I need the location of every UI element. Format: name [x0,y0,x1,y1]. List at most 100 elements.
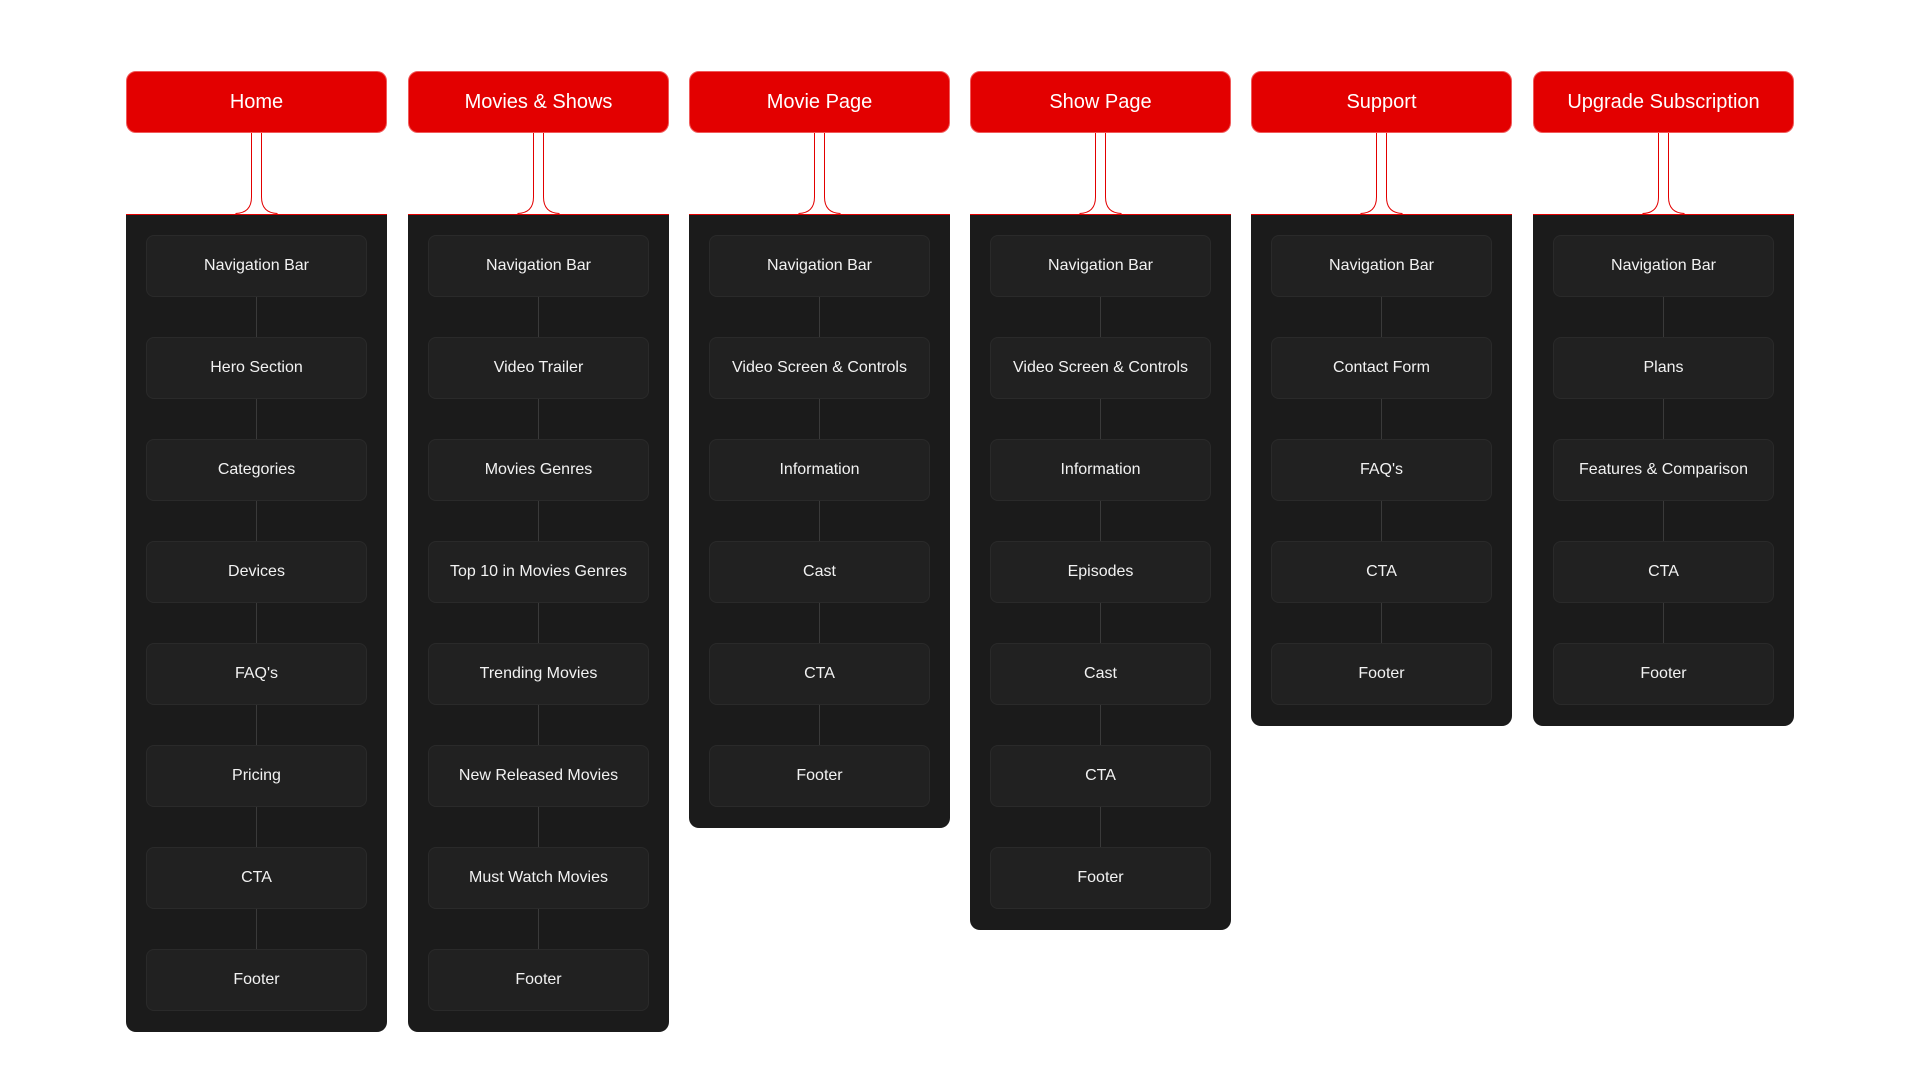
sections-panel: Navigation Bar Video Trailer Movies Genres… [408,214,669,1032]
section-link-line [256,399,257,439]
section-link-line [1100,297,1101,337]
connector [798,133,841,214]
section-card: Hero Section [146,337,367,399]
section-card: FAQ's [146,643,367,705]
section-card: Categories [146,439,367,501]
section-card: Top 10 in Movies Genres [428,541,649,603]
page-header: Home [126,71,387,133]
page-column: Movie Page Navigation Bar Video Screen & C… [689,71,950,828]
page-column: Upgrade Subscription Navigation Bar Plans F… [1533,71,1794,726]
connector [517,133,560,214]
section-link-line [1100,705,1101,745]
connector-line [235,133,252,214]
section-card: Episodes [990,541,1211,603]
section-card: Footer [709,745,930,807]
section-card: Features & Comparison [1553,439,1774,501]
section-link-line [538,297,539,337]
section-card: Must Watch Movies [428,847,649,909]
section-card: Navigation Bar [146,235,367,297]
page-column: Movies & Shows Navigation Bar Video Traile… [408,71,669,1032]
page-header: Movies & Shows [408,71,669,133]
page-header: Movie Page [689,71,950,133]
section-link-line [256,603,257,643]
section-link-line [256,501,257,541]
section-link-line [819,399,820,439]
section-link-line [1381,399,1382,439]
section-link-line [1663,399,1664,439]
section-card: Information [990,439,1211,501]
connector-line [517,133,534,214]
section-card: CTA [709,643,930,705]
section-card: Plans [1553,337,1774,399]
section-card: Footer [428,949,649,1011]
section-card: Navigation Bar [428,235,649,297]
connector-line [1668,133,1685,214]
connector-line [798,133,815,214]
section-link-line [1100,501,1101,541]
section-card: CTA [1271,541,1492,603]
section-card: Contact Form [1271,337,1492,399]
section-card: Video Screen & Controls [990,337,1211,399]
section-link-line [819,603,820,643]
section-card: Cast [709,541,930,603]
section-link-line [1663,501,1664,541]
page-column: Support Navigation Bar Contact Form FAQ's CT… [1251,71,1512,726]
page-header: Upgrade Subscription [1533,71,1794,133]
connector [235,133,278,214]
connector-line [1642,133,1659,214]
page-header: Show Page [970,71,1231,133]
section-card: Trending Movies [428,643,649,705]
section-card: Footer [990,847,1211,909]
section-link-line [819,501,820,541]
section-link-line [538,399,539,439]
connector-line [1386,133,1403,214]
page-header: Support [1251,71,1512,133]
section-card: Video Trailer [428,337,649,399]
section-link-line [538,909,539,949]
section-card: Cast [990,643,1211,705]
section-link-line [1381,297,1382,337]
connector [1360,133,1403,214]
section-card: CTA [1553,541,1774,603]
section-link-line [1381,501,1382,541]
section-link-line [819,705,820,745]
section-card: Navigation Bar [1553,235,1774,297]
sections-panel: Navigation Bar Video Screen & Controls Inf… [689,214,950,828]
sections-panel: Navigation Bar Hero Section Categories Devi… [126,214,387,1032]
connector [1079,133,1122,214]
section-link-line [538,603,539,643]
section-card: CTA [990,745,1211,807]
connector [1642,133,1685,214]
connector-line [261,133,278,214]
page-column: Home Navigation Bar Hero Section Categories… [126,71,387,1032]
connector-line [1079,133,1096,214]
section-link-line [256,297,257,337]
connector-line [1105,133,1122,214]
page-column: Show Page Navigation Bar Video Screen & Co… [970,71,1231,930]
connector-line [543,133,560,214]
section-card: Pricing [146,745,367,807]
section-link-line [1100,399,1101,439]
section-card: Video Screen & Controls [709,337,930,399]
connector-line [1360,133,1377,214]
section-card: FAQ's [1271,439,1492,501]
section-card: Devices [146,541,367,603]
section-card: Navigation Bar [1271,235,1492,297]
sections-panel: Navigation Bar Video Screen & Controls Inf… [970,214,1231,930]
section-card: Movies Genres [428,439,649,501]
section-link-line [256,909,257,949]
section-card: New Released Movies [428,745,649,807]
section-link-line [1100,603,1101,643]
section-link-line [819,297,820,337]
section-card: Footer [1553,643,1774,705]
section-card: Navigation Bar [709,235,930,297]
section-card: CTA [146,847,367,909]
section-card: Footer [146,949,367,1011]
section-link-line [1663,603,1664,643]
section-link-line [538,807,539,847]
section-link-line [538,501,539,541]
section-card: Footer [1271,643,1492,705]
section-link-line [1663,297,1664,337]
section-link-line [1381,603,1382,643]
connector-line [824,133,841,214]
